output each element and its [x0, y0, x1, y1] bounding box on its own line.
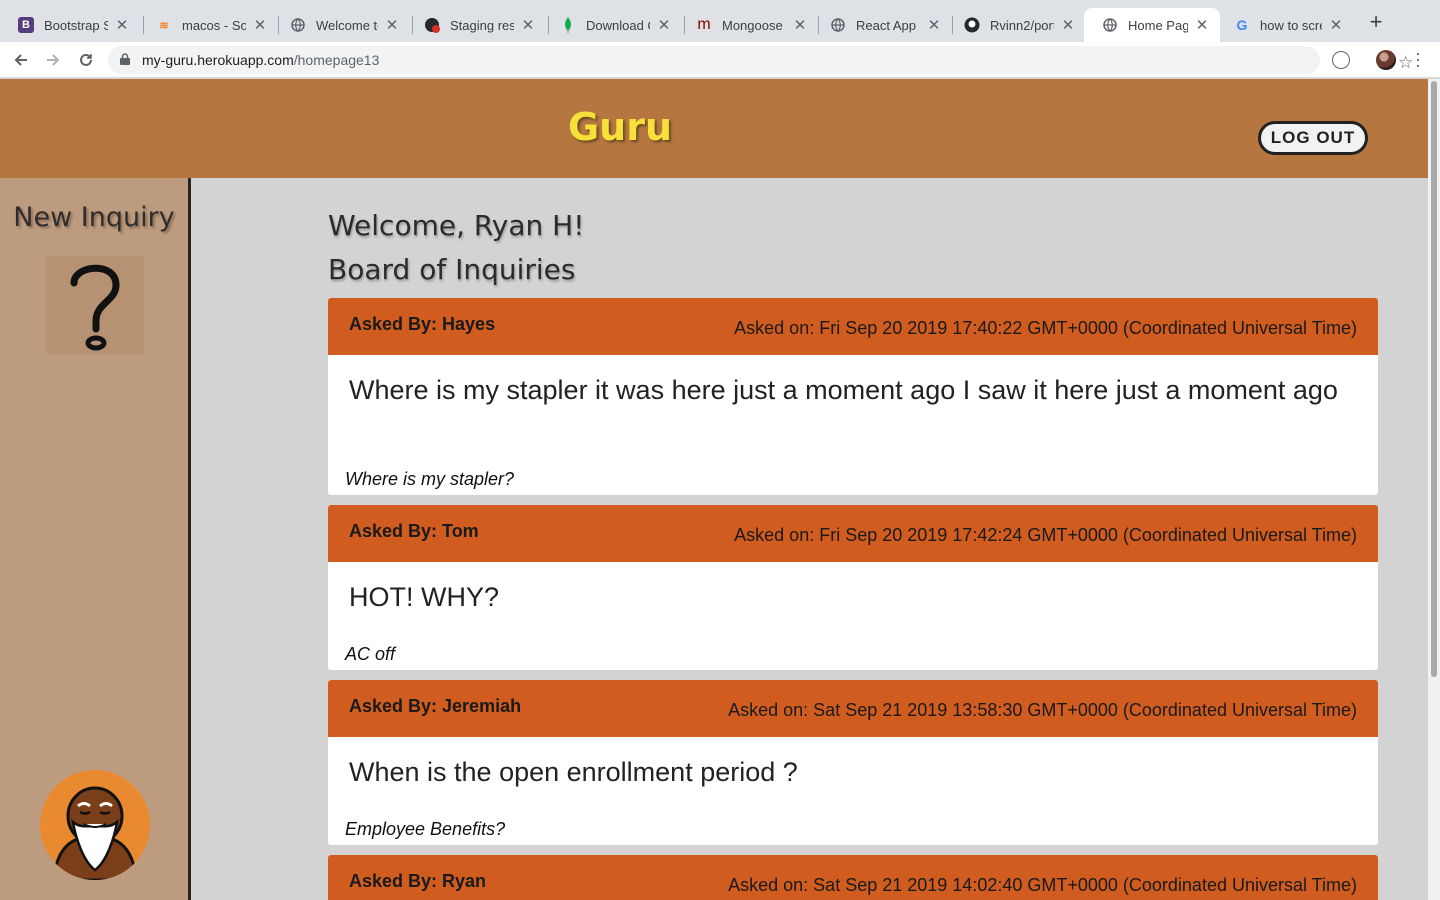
inquiry-question: When is the open enrollment period ?	[349, 757, 798, 787]
question-mark-icon	[70, 264, 120, 351]
tab-title: Download C	[586, 17, 650, 33]
url-path: /homepage13	[293, 52, 380, 68]
browser-tab[interactable]: B Bootstrap Sn ✕	[0, 8, 140, 42]
browser-tab[interactable]: Welcome to ✕	[272, 8, 410, 42]
reload-button[interactable]	[74, 48, 98, 72]
mongodb-leaf-icon	[560, 17, 576, 33]
lock-icon	[120, 53, 130, 65]
page-scrollbar[interactable]	[1428, 79, 1440, 900]
close-icon[interactable]: ✕	[252, 16, 268, 34]
inquiry-question: Where is my stapler it was here just a m…	[349, 375, 1338, 405]
browser-toolbar: my-guru.herokuapp.com/homepage13 ☆ · · ·	[0, 42, 1440, 78]
tab-title: how to scree	[1260, 17, 1322, 33]
logout-button[interactable]: LOG OUT	[1258, 121, 1368, 155]
browser-tab[interactable]: G how to scree ✕	[1216, 8, 1354, 42]
inquiry-header: Asked By: Jeremiah Asked on: Sat Sep 21 …	[328, 680, 1378, 737]
url-text: my-guru.herokuapp.com/homepage13	[142, 52, 379, 68]
close-icon[interactable]: ✕	[1060, 16, 1076, 34]
asked-on: Asked on: Fri Sep 20 2019 17:40:22 GMT+0…	[734, 318, 1357, 338]
inquiry-subject: AC off	[345, 644, 396, 664]
extension-icon[interactable]	[1332, 51, 1350, 69]
new-tab-button[interactable]: +	[1366, 11, 1386, 33]
inquiry-card[interactable]: Asked By: Jeremiah Asked on: Sat Sep 21 …	[328, 680, 1378, 845]
close-icon[interactable]: ✕	[926, 16, 942, 34]
inquiry-card[interactable]: Asked By: Ryan Asked on: Sat Sep 21 2019…	[328, 855, 1378, 900]
tab-title: React App	[856, 17, 916, 33]
browser-tab-active[interactable]: Home Page ✕	[1084, 8, 1220, 42]
inquiry-header: Asked By: Tom Asked on: Fri Sep 20 2019 …	[328, 505, 1378, 562]
guru-avatar	[40, 770, 150, 880]
tab-title: Welcome to	[316, 17, 378, 33]
board-title: Board of Inquiries	[328, 253, 576, 286]
asked-by: Asked By: Ryan	[349, 871, 487, 891]
inquiry-card[interactable]: Asked By: Tom Asked on: Fri Sep 20 2019 …	[328, 505, 1378, 670]
inquiry-header: Asked By: Hayes Asked on: Fri Sep 20 201…	[328, 298, 1378, 355]
site-header: Guru LOG OUT	[0, 79, 1440, 178]
page: Guru LOG OUT New Inquiry Welcome, Ryan H…	[0, 79, 1440, 900]
inquiry-subject: Employee Benefits?	[345, 819, 506, 839]
tab-title: macos - Soc	[182, 17, 246, 33]
sidebar: New Inquiry	[0, 178, 191, 900]
asked-by: Asked By: Tom	[349, 521, 479, 541]
browser-tab[interactable]: ≋ macos - Soc ✕	[138, 8, 278, 42]
tab-title: Home Page	[1128, 17, 1188, 33]
bootstrap-icon: B	[18, 17, 34, 33]
arrow-left-icon	[14, 54, 27, 66]
new-inquiry-button[interactable]	[46, 256, 144, 354]
close-icon[interactable]: ✕	[114, 16, 130, 34]
close-icon[interactable]: ✕	[1194, 16, 1210, 34]
browser-tab[interactable]: Staging resp ✕	[406, 8, 546, 42]
back-button[interactable]	[9, 48, 33, 72]
github-error-icon	[424, 17, 440, 33]
close-icon[interactable]: ✕	[520, 16, 536, 34]
scrollbar-thumb[interactable]	[1431, 81, 1437, 677]
asked-by: Asked By: Jeremiah	[349, 696, 522, 716]
welcome-heading: Welcome, Ryan H!	[328, 209, 585, 242]
tab-title: Mongoose v	[722, 17, 786, 33]
github-icon	[964, 17, 980, 33]
asked-on: Asked on: Sat Sep 21 2019 13:58:30 GMT+0…	[728, 700, 1357, 720]
profile-avatar[interactable]	[1376, 50, 1396, 70]
inquiry-header: Asked By: Ryan Asked on: Sat Sep 21 2019…	[328, 855, 1378, 900]
tab-title: Staging resp	[450, 17, 514, 33]
globe-icon	[830, 17, 846, 33]
close-icon[interactable]: ✕	[792, 16, 808, 34]
menu-kebab-icon[interactable]: · · ·	[1412, 44, 1424, 74]
stackoverflow-icon: ≋	[159, 19, 169, 32]
guru-mascot-icon	[52, 786, 138, 880]
asked-on: Asked on: Fri Sep 20 2019 17:42:24 GMT+0…	[734, 525, 1357, 545]
browser-tab[interactable]: React App ✕	[812, 8, 952, 42]
close-icon[interactable]: ✕	[1328, 16, 1344, 34]
asked-by: Asked By: Hayes	[349, 314, 496, 334]
forward-button[interactable]	[41, 48, 65, 72]
asked-on: Asked on: Sat Sep 21 2019 14:02:40 GMT+0…	[728, 875, 1357, 895]
close-icon[interactable]: ✕	[656, 16, 672, 34]
arrow-right-icon	[47, 54, 60, 66]
close-icon[interactable]: ✕	[384, 16, 400, 34]
mongoose-icon: m	[697, 16, 711, 33]
brand-title: Guru	[567, 105, 673, 149]
url-host: my-guru.herokuapp.com	[142, 52, 294, 68]
tab-title: Bootstrap Sn	[44, 17, 108, 33]
address-bar[interactable]: my-guru.herokuapp.com/homepage13 ☆	[108, 46, 1413, 74]
browser-tab[interactable]: Rvinn2/portf ✕	[946, 8, 1086, 42]
google-icon: G	[1236, 17, 1248, 33]
browser-tab-strip: B Bootstrap Sn ✕ ≋ macos - Soc ✕ Welcome…	[0, 0, 1440, 42]
inquiry-subject: Where is my stapler?	[345, 469, 515, 489]
tab-title: Rvinn2/portf	[990, 17, 1054, 33]
inquiry-question: HOT! WHY?	[349, 582, 500, 612]
globe-icon	[1102, 17, 1118, 33]
browser-tab[interactable]: Download C ✕	[542, 8, 682, 42]
reload-icon	[80, 53, 92, 66]
inquiry-card[interactable]: Asked By: Hayes Asked on: Fri Sep 20 201…	[328, 298, 1378, 495]
browser-tab[interactable]: m Mongoose v ✕	[678, 8, 818, 42]
globe-icon	[290, 17, 306, 33]
new-inquiry-label[interactable]: New Inquiry	[0, 202, 188, 233]
bookmark-star-icon[interactable]: ☆	[1398, 53, 1413, 73]
